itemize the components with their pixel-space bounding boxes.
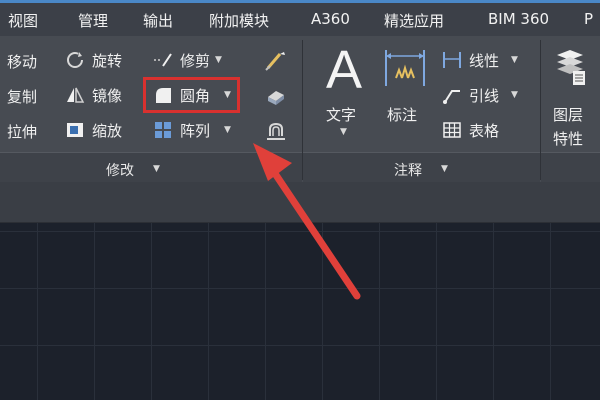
text-icon: A xyxy=(325,40,363,100)
move-button[interactable]: 移动 xyxy=(7,51,37,72)
rotate-label: 旋转 xyxy=(92,51,123,70)
table-button[interactable]: 表格 xyxy=(442,117,499,143)
mirror-icon xyxy=(65,85,85,105)
layer-properties-label-1[interactable]: 图层 xyxy=(553,104,583,125)
tab-featured-apps[interactable]: 精选应用 xyxy=(384,10,444,31)
file-tab-strip xyxy=(0,182,600,223)
array-dropdown-icon[interactable]: ▼ xyxy=(224,125,231,135)
array-button[interactable]: 阵列 ▼ xyxy=(153,117,231,143)
erase-icon[interactable] xyxy=(264,85,288,107)
text-button[interactable]: 文字 xyxy=(326,104,356,125)
stretch-button[interactable]: 拉伸 xyxy=(7,121,37,142)
rotate-button[interactable]: 旋转 xyxy=(65,47,122,73)
fillet-highlight-box xyxy=(143,77,240,113)
linear-button[interactable]: 线性 ▼ xyxy=(442,47,518,73)
scale-label: 缩放 xyxy=(92,121,123,140)
tab-manage[interactable]: 管理 xyxy=(78,10,108,31)
table-label: 表格 xyxy=(469,121,500,140)
scale-button[interactable]: 缩放 xyxy=(65,117,122,143)
mirror-label: 镜像 xyxy=(92,86,123,105)
linear-label: 线性 xyxy=(469,51,500,70)
offset-icon[interactable] xyxy=(264,120,288,142)
ribbon-tab-bar: 视图 管理 输出 附加模块 A360 精选应用 BIM 360 P xyxy=(0,0,600,37)
layer-properties-icon xyxy=(553,47,587,87)
layer-properties-label-2[interactable]: 特性 xyxy=(553,128,583,149)
trim-button[interactable]: 修剪 ▼ xyxy=(153,47,222,73)
drawing-canvas[interactable] xyxy=(0,223,600,400)
leader-icon xyxy=(442,85,462,105)
modify-panel-footer[interactable]: 修改 ▼ xyxy=(0,152,302,183)
modify-panel-title: 修改 xyxy=(106,163,134,179)
leader-label: 引线 xyxy=(469,86,500,105)
tab-addins[interactable]: 附加模块 xyxy=(209,10,269,31)
scale-icon xyxy=(65,120,85,140)
match-properties-icon[interactable] xyxy=(264,50,288,72)
tab-bim360[interactable]: BIM 360 xyxy=(488,10,549,28)
annotation-panel-dropdown-icon[interactable]: ▼ xyxy=(441,164,448,174)
trim-icon xyxy=(153,50,173,70)
array-icon xyxy=(153,120,173,140)
modify-panel-dropdown-icon[interactable]: ▼ xyxy=(153,164,160,174)
rotate-icon xyxy=(65,50,85,70)
leader-button[interactable]: 引线 ▼ xyxy=(442,82,518,108)
trim-label: 修剪 xyxy=(180,51,211,70)
annotation-panel-title: 注释 xyxy=(394,163,422,179)
mirror-button[interactable]: 镜像 xyxy=(65,82,122,108)
text-dropdown-icon[interactable]: ▼ xyxy=(340,127,347,137)
array-label: 阵列 xyxy=(180,121,211,140)
table-icon xyxy=(442,120,462,140)
dimension-icon xyxy=(383,48,427,88)
copy-button[interactable]: 复制 xyxy=(7,86,37,107)
tab-a360[interactable]: A360 xyxy=(311,10,350,28)
tab-output[interactable]: 输出 xyxy=(143,10,173,31)
annotation-panel-footer[interactable]: 注释 ▼ xyxy=(303,152,540,183)
tab-overflow[interactable]: P xyxy=(584,10,593,28)
trim-dropdown-icon[interactable]: ▼ xyxy=(215,55,222,65)
linear-icon xyxy=(442,50,462,70)
leader-dropdown-icon[interactable]: ▼ xyxy=(511,90,518,100)
layers-panel-footer[interactable] xyxy=(541,152,600,183)
linear-dropdown-icon[interactable]: ▼ xyxy=(511,55,518,65)
dimension-button[interactable]: 标注 xyxy=(387,104,417,125)
tab-view[interactable]: 视图 xyxy=(8,10,38,31)
